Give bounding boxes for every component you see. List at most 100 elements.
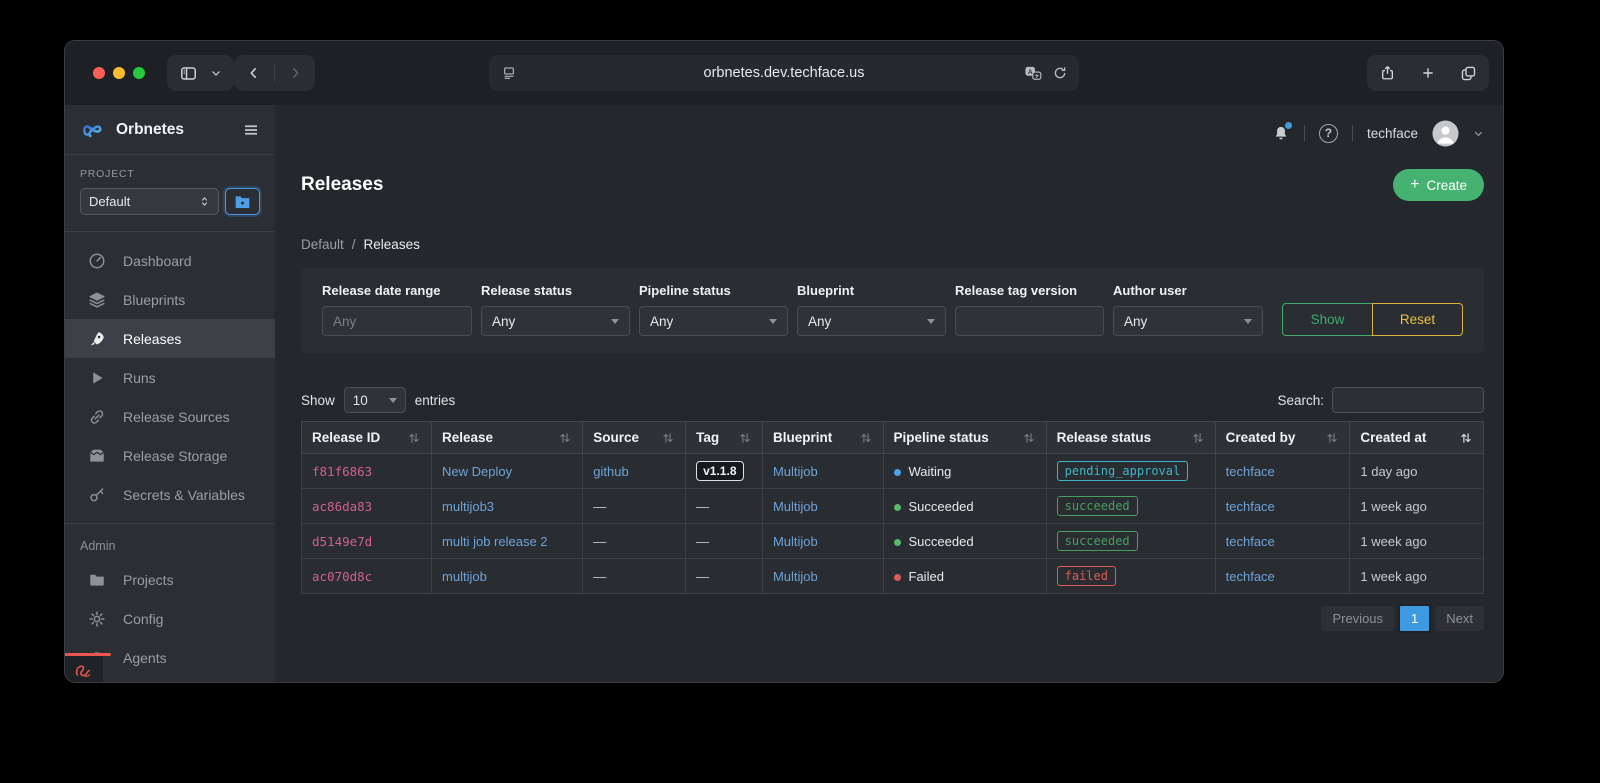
blueprint-link[interactable]: Multijob: [773, 569, 818, 584]
sidebar-item-dashboard[interactable]: Dashboard: [65, 241, 275, 280]
cell-source: github: [582, 453, 687, 489]
layers-icon: [88, 291, 106, 309]
sidebar-item-runs[interactable]: Runs: [65, 358, 275, 397]
gauge-icon: [88, 252, 106, 270]
cell-release: multijob3: [431, 488, 584, 524]
back-icon[interactable]: [246, 65, 262, 81]
tabs-overview-icon[interactable]: [1460, 65, 1477, 82]
column-header-created-at[interactable]: Created at: [1349, 421, 1484, 454]
release-link[interactable]: multijob: [442, 569, 487, 584]
sidebar-item-release-storage[interactable]: Release Storage: [65, 436, 275, 475]
release-id-link[interactable]: f81f6863: [312, 464, 372, 479]
play-icon: [88, 369, 106, 387]
show-button[interactable]: Show: [1282, 303, 1373, 336]
blueprint-link[interactable]: Multijob: [773, 534, 818, 549]
column-header-release-status[interactable]: Release status: [1045, 421, 1216, 454]
sidebar-item-release-sources[interactable]: Release Sources: [65, 397, 275, 436]
divider: [1303, 125, 1305, 141]
column-header-release-id[interactable]: Release ID: [300, 421, 433, 454]
release-status-badge: succeeded: [1056, 496, 1138, 516]
sort-icon: [407, 431, 421, 445]
breadcrumb-project[interactable]: Default: [301, 237, 344, 252]
column-header-tag[interactable]: Tag: [685, 421, 763, 454]
create-button[interactable]: + Create: [1393, 169, 1484, 201]
current-page-button[interactable]: 1: [1398, 604, 1432, 633]
project-browse-button[interactable]: [225, 188, 260, 215]
filter-input-release-date-range[interactable]: [322, 306, 472, 336]
column-label: Release status: [1056, 430, 1152, 445]
filter-select-pipeline-status[interactable]: Any: [639, 306, 788, 336]
previous-page-button[interactable]: Previous: [1321, 606, 1395, 631]
column-label: Blueprint: [772, 430, 833, 445]
divider: [1351, 125, 1353, 141]
created-by-link[interactable]: techface: [1226, 569, 1275, 584]
close-window-button[interactable]: [93, 67, 105, 79]
column-label: Source: [593, 430, 640, 445]
user-menu-chevron-icon[interactable]: [1473, 128, 1484, 139]
filter-group-release-date-range: Release date range: [322, 283, 472, 336]
hamburger-menu-icon[interactable]: [242, 121, 260, 139]
release-link[interactable]: New Deploy: [442, 464, 512, 479]
chevron-down-icon[interactable]: [210, 67, 222, 79]
blueprint-link[interactable]: Multijob: [773, 499, 818, 514]
dev-mode-badge[interactable]: [65, 656, 103, 682]
column-header-source[interactable]: Source: [582, 421, 687, 454]
avatar[interactable]: [1432, 119, 1459, 147]
sidebar-item-config[interactable]: Config: [65, 599, 275, 638]
caret-down-icon: [611, 318, 619, 324]
release-link[interactable]: multi job release 2: [442, 534, 548, 549]
blueprint-link[interactable]: Multijob: [773, 464, 818, 479]
share-icon[interactable]: [1379, 64, 1396, 82]
column-label: Created by: [1225, 430, 1296, 445]
sidebar-item-blueprints[interactable]: Blueprints: [65, 280, 275, 319]
page-size-select[interactable]: 10: [343, 387, 406, 413]
release-id-link[interactable]: ac070d8c: [312, 569, 372, 584]
cell-tag: —: [685, 558, 763, 594]
filter-group-release-tag-version: Release tag version: [955, 283, 1104, 336]
sidebar-toggle-icon[interactable]: [179, 64, 198, 83]
notifications-bell-icon[interactable]: [1272, 121, 1292, 143]
created-by-link[interactable]: techface: [1226, 499, 1275, 514]
cell-release-status: succeeded: [1045, 488, 1216, 524]
created-by-link[interactable]: techface: [1226, 464, 1275, 479]
search-input[interactable]: [1332, 387, 1484, 413]
created-by-link[interactable]: techface: [1226, 534, 1275, 549]
forward-icon[interactable]: [287, 65, 303, 81]
filter-input-release-tag-version[interactable]: [955, 306, 1104, 336]
project-select[interactable]: Default: [80, 188, 219, 215]
column-header-created-by[interactable]: Created by: [1214, 421, 1351, 454]
minimize-window-button[interactable]: [113, 67, 125, 79]
source-link[interactable]: github: [593, 464, 628, 479]
reset-button[interactable]: Reset: [1372, 303, 1463, 336]
column-header-release[interactable]: Release: [431, 421, 584, 454]
sidebar-item-releases[interactable]: Releases: [65, 319, 275, 358]
release-id-link[interactable]: ac86da83: [312, 499, 372, 514]
filter-select-blueprint[interactable]: Any: [797, 306, 946, 336]
app-title: Orbnetes: [116, 120, 185, 138]
filter-select-release-status[interactable]: Any: [481, 306, 630, 336]
address-bar[interactable]: orbnetes.dev.techface.us A: [489, 55, 1079, 91]
column-label: Pipeline status: [893, 430, 989, 445]
traffic-lights: [93, 67, 145, 79]
translate-icon[interactable]: A: [1024, 65, 1043, 82]
sidebar-item-secrets-variables[interactable]: Secrets & Variables: [65, 475, 275, 514]
release-id-link[interactable]: d5149e7d: [312, 534, 372, 549]
release-link[interactable]: multijob3: [442, 499, 494, 514]
filter-label: Release status: [481, 283, 573, 298]
column-header-blueprint[interactable]: Blueprint: [761, 421, 884, 454]
orbnetes-logo-icon: [80, 119, 107, 140]
sidebar-item-projects[interactable]: Projects: [65, 560, 275, 599]
filter-select-value: Any: [808, 313, 832, 329]
column-header-pipeline-status[interactable]: Pipeline status: [882, 421, 1047, 454]
url-text[interactable]: orbnetes.dev.techface.us: [489, 65, 1079, 81]
release-status-badge: pending_approval: [1056, 461, 1189, 481]
created-at-text: 1 week ago: [1360, 568, 1427, 584]
next-page-button[interactable]: Next: [1435, 606, 1484, 631]
filter-select-author-user[interactable]: Any: [1113, 306, 1263, 336]
help-icon[interactable]: ?: [1318, 123, 1338, 143]
reload-icon[interactable]: [1052, 65, 1068, 82]
zoom-window-button[interactable]: [133, 67, 145, 79]
cell-blueprint: Multijob: [761, 558, 884, 594]
pipeline-status-text: Succeeded: [908, 533, 974, 549]
new-tab-icon[interactable]: [1420, 65, 1436, 81]
